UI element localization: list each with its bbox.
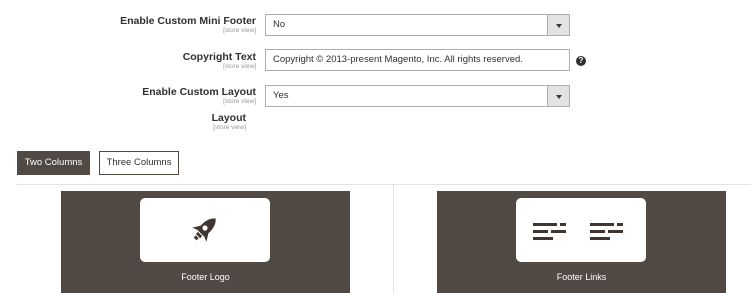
mini-footer-label: Enable Custom Mini Footer: [120, 15, 256, 27]
custom-layout-select[interactable]: Yes: [265, 85, 570, 107]
rocket-icon: [192, 218, 216, 242]
footer-links-caption: Footer Links: [556, 272, 607, 282]
help-icon[interactable]: ?: [576, 56, 586, 66]
chevron-down-icon: [556, 24, 562, 28]
copyright-input[interactable]: Copyright © 2013-present Magento, Inc. A…: [265, 49, 570, 71]
mini-footer-select-value: No: [273, 19, 286, 30]
links-list-icon: [533, 223, 623, 240]
mini-footer-label-group: Enable Custom Mini Footer [store view]: [120, 15, 256, 35]
copyright-input-value: Copyright © 2013-present Magento, Inc. A…: [273, 54, 523, 65]
copyright-label-group: Copyright Text [store view]: [183, 51, 256, 71]
mini-footer-dropdown-toggle[interactable]: [547, 15, 569, 35]
column-divider: [393, 184, 394, 293]
copyright-label: Copyright Text: [182, 51, 256, 63]
layout-scope: [store view]: [213, 124, 246, 131]
tab-two-columns[interactable]: Two Columns: [17, 151, 90, 175]
custom-layout-select-value: Yes: [273, 90, 289, 101]
copyright-scope: [store view]: [223, 63, 256, 70]
layout-label-group: Layout [store view]: [212, 112, 246, 132]
layout-label: Layout: [211, 112, 246, 124]
custom-layout-dropdown-toggle[interactable]: [547, 86, 569, 106]
footer-links-card: [516, 198, 646, 262]
footer-logo-caption: Footer Logo: [181, 272, 230, 282]
custom-layout-scope: [store view]: [223, 98, 256, 105]
mini-footer-select[interactable]: No: [265, 14, 570, 36]
custom-layout-label-group: Enable Custom Layout [store view]: [142, 86, 256, 106]
mini-footer-scope: [store view]: [223, 27, 256, 34]
footer-links-block[interactable]: Footer Links: [437, 191, 726, 293]
custom-layout-label: Enable Custom Layout: [142, 86, 256, 98]
tab-three-columns[interactable]: Three Columns: [99, 151, 179, 175]
chevron-down-icon: [556, 95, 562, 99]
footer-logo-card: [140, 198, 270, 262]
footer-logo-block[interactable]: Footer Logo: [61, 191, 350, 293]
